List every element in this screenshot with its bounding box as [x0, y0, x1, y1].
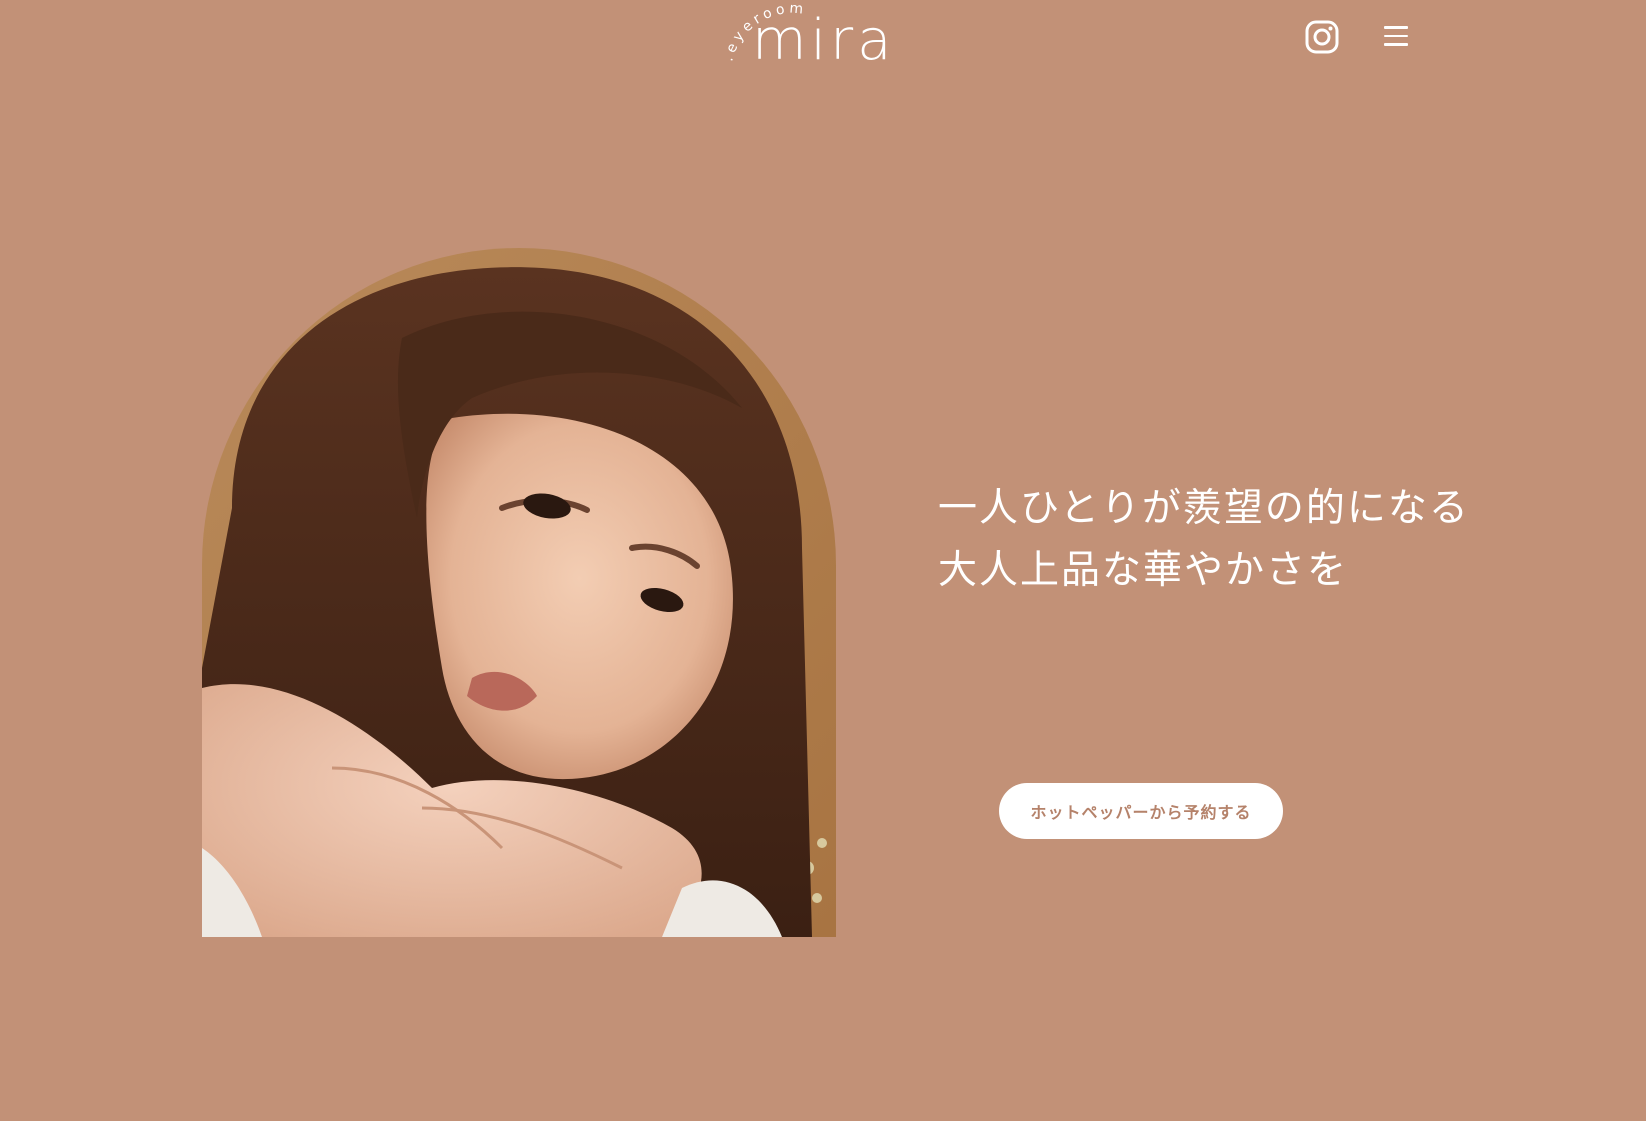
hotpepper-reserve-button[interactable]: ホットペッパーから予約する: [999, 783, 1283, 839]
site-header: .eyeroom. mira: [0, 0, 1646, 90]
logo-wordmark: mira: [752, 8, 896, 73]
headline-line-1: 一人ひとりが羨望の的になる: [938, 486, 1470, 531]
site-logo[interactable]: .eyeroom. mira: [718, 0, 928, 80]
instagram-icon[interactable]: [1305, 20, 1339, 54]
hero-portrait-image: [202, 248, 836, 937]
headline-line-2: 大人上品な華やかさを: [938, 548, 1349, 593]
hamburger-menu-icon[interactable]: [1384, 26, 1408, 48]
hero-headline: 一人ひとりが羨望の的になる 大人上品な華やかさを: [938, 478, 1558, 602]
